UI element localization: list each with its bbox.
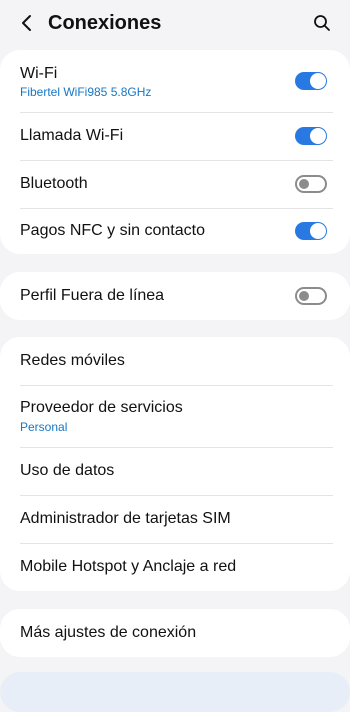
more-settings-row[interactable]: Más ajustes de conexión [0, 609, 350, 657]
airplane-mode-toggle[interactable] [295, 287, 327, 305]
airplane-mode-label: Perfil Fuera de línea [20, 287, 165, 304]
search-button[interactable] [309, 10, 335, 36]
data-usage-row[interactable]: Uso de datos [0, 448, 350, 495]
more-settings-label: Más ajustes de conexión [20, 624, 197, 641]
hotspot-row[interactable]: Mobile Hotspot y Anclaje a red [0, 544, 350, 591]
service-provider-row[interactable]: Proveedor de servicios Personal [0, 386, 350, 447]
wifi-label: Wi-Fi [20, 65, 58, 82]
bluetooth-label: Bluetooth [20, 175, 88, 192]
service-provider-value: Personal [20, 420, 68, 434]
sim-manager-row[interactable]: Administrador de tarjetas SIM [0, 496, 350, 543]
more-settings-card: Más ajustes de conexión [0, 609, 350, 657]
mobile-networks-row[interactable]: Redes móviles [0, 337, 350, 385]
airplane-card: Perfil Fuera de línea [0, 272, 350, 320]
airplane-mode-row[interactable]: Perfil Fuera de línea [0, 272, 350, 320]
connections-card: Wi-Fi Fibertel WiFi985 5.8GHz Llamada Wi… [0, 50, 350, 254]
wifi-network-name: Fibertel WiFi985 5.8GHz [20, 85, 152, 99]
bluetooth-row[interactable]: Bluetooth [0, 161, 350, 208]
app-header: Conexiones [0, 0, 350, 46]
search-icon [314, 15, 330, 31]
page-title: Conexiones [48, 12, 162, 34]
nfc-label: Pagos NFC y sin contacto [20, 222, 205, 239]
hotspot-label: Mobile Hotspot y Anclaje a red [20, 558, 237, 575]
data-usage-label: Uso de datos [20, 462, 115, 479]
wifi-toggle[interactable] [295, 72, 327, 90]
wifi-calling-label: Llamada Wi-Fi [20, 127, 124, 144]
chevron-left-icon [22, 15, 31, 31]
nfc-toggle[interactable] [295, 222, 327, 240]
wifi-calling-row[interactable]: Llamada Wi-Fi [0, 113, 350, 160]
service-provider-label: Proveedor de servicios [20, 399, 183, 416]
nfc-row[interactable]: Pagos NFC y sin contacto [0, 209, 350, 254]
sim-manager-label: Administrador de tarjetas SIM [20, 510, 231, 527]
wifi-row[interactable]: Wi-Fi Fibertel WiFi985 5.8GHz [0, 50, 350, 112]
back-button[interactable] [14, 10, 40, 36]
bottom-suggestion-card [0, 672, 350, 712]
network-card: Redes móviles Proveedor de servicios Per… [0, 337, 350, 591]
mobile-networks-label: Redes móviles [20, 352, 125, 369]
wifi-calling-toggle[interactable] [295, 127, 327, 145]
bluetooth-toggle[interactable] [295, 175, 327, 193]
